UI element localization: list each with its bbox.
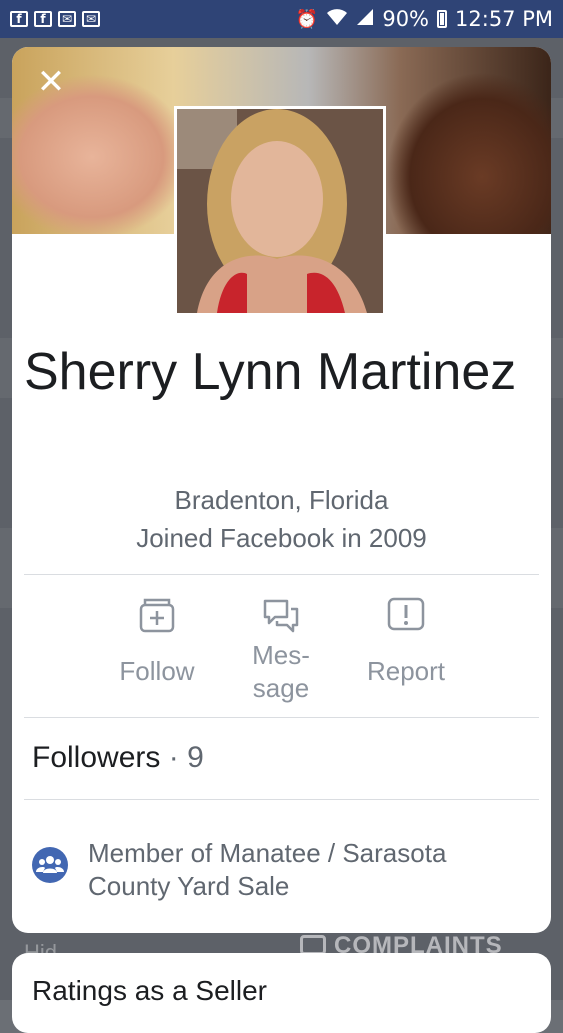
message-label-line2: sage [252, 673, 310, 703]
followers-label: Followers [32, 741, 161, 774]
system-indicators: ⏰ 90% 12:57 PM [296, 7, 553, 31]
location-text: Bradenton, Florida [174, 485, 389, 515]
report-button[interactable]: Report [346, 595, 466, 688]
facebook-icon: f [34, 11, 52, 27]
profile-photo-image [177, 109, 383, 313]
group-membership-text: Member of Manatee / Sarasota County Yard… [88, 838, 447, 901]
battery-percent: 90% [382, 7, 430, 31]
mail-icon: ✉ [82, 11, 100, 27]
close-icon[interactable]: ✕ [36, 65, 66, 99]
followers-separator: · [168, 741, 179, 774]
mail-icon: ✉ [58, 11, 76, 27]
notification-icons: f f ✉ ✉ [10, 11, 100, 27]
alarm-icon: ⏰ [295, 8, 319, 30]
group-icon [32, 847, 68, 883]
profile-info: Bradenton, Florida Joined Facebook in 20… [12, 481, 551, 557]
profile-actions: Follow Mes- sage Report [12, 595, 551, 715]
facebook-icon: f [10, 11, 28, 27]
signal-icon [356, 8, 374, 31]
follow-button[interactable]: Follow [97, 595, 217, 688]
divider [24, 574, 539, 575]
message-icon [263, 599, 299, 633]
message-button[interactable]: Mes- sage [221, 595, 341, 705]
follow-label: Follow [119, 656, 195, 686]
status-bar: f f ✉ ✉ ⏰ 90% 12:57 PM [0, 0, 563, 38]
message-label-line1: Mes- [252, 640, 310, 670]
battery-icon [437, 10, 448, 28]
followers-count: 9 [187, 741, 204, 774]
clock: 12:57 PM [455, 7, 553, 31]
wifi-icon [326, 8, 348, 31]
seller-ratings-card[interactable]: Ratings as a Seller [12, 953, 551, 1033]
divider [24, 799, 539, 800]
profile-card: ✕ Sherry Lynn Martinez Bradenton, Florid… [12, 47, 551, 933]
joined-text: Joined Facebook in 2009 [136, 523, 427, 553]
seller-ratings-title: Ratings as a Seller [32, 975, 268, 1006]
report-icon [387, 597, 425, 631]
profile-name: Sherry Lynn Martinez [24, 343, 517, 401]
follow-icon [139, 598, 175, 633]
followers-row[interactable]: Followers · 9 [32, 741, 204, 775]
divider [24, 717, 539, 718]
profile-photo[interactable] [174, 106, 386, 316]
report-label: Report [366, 656, 446, 686]
